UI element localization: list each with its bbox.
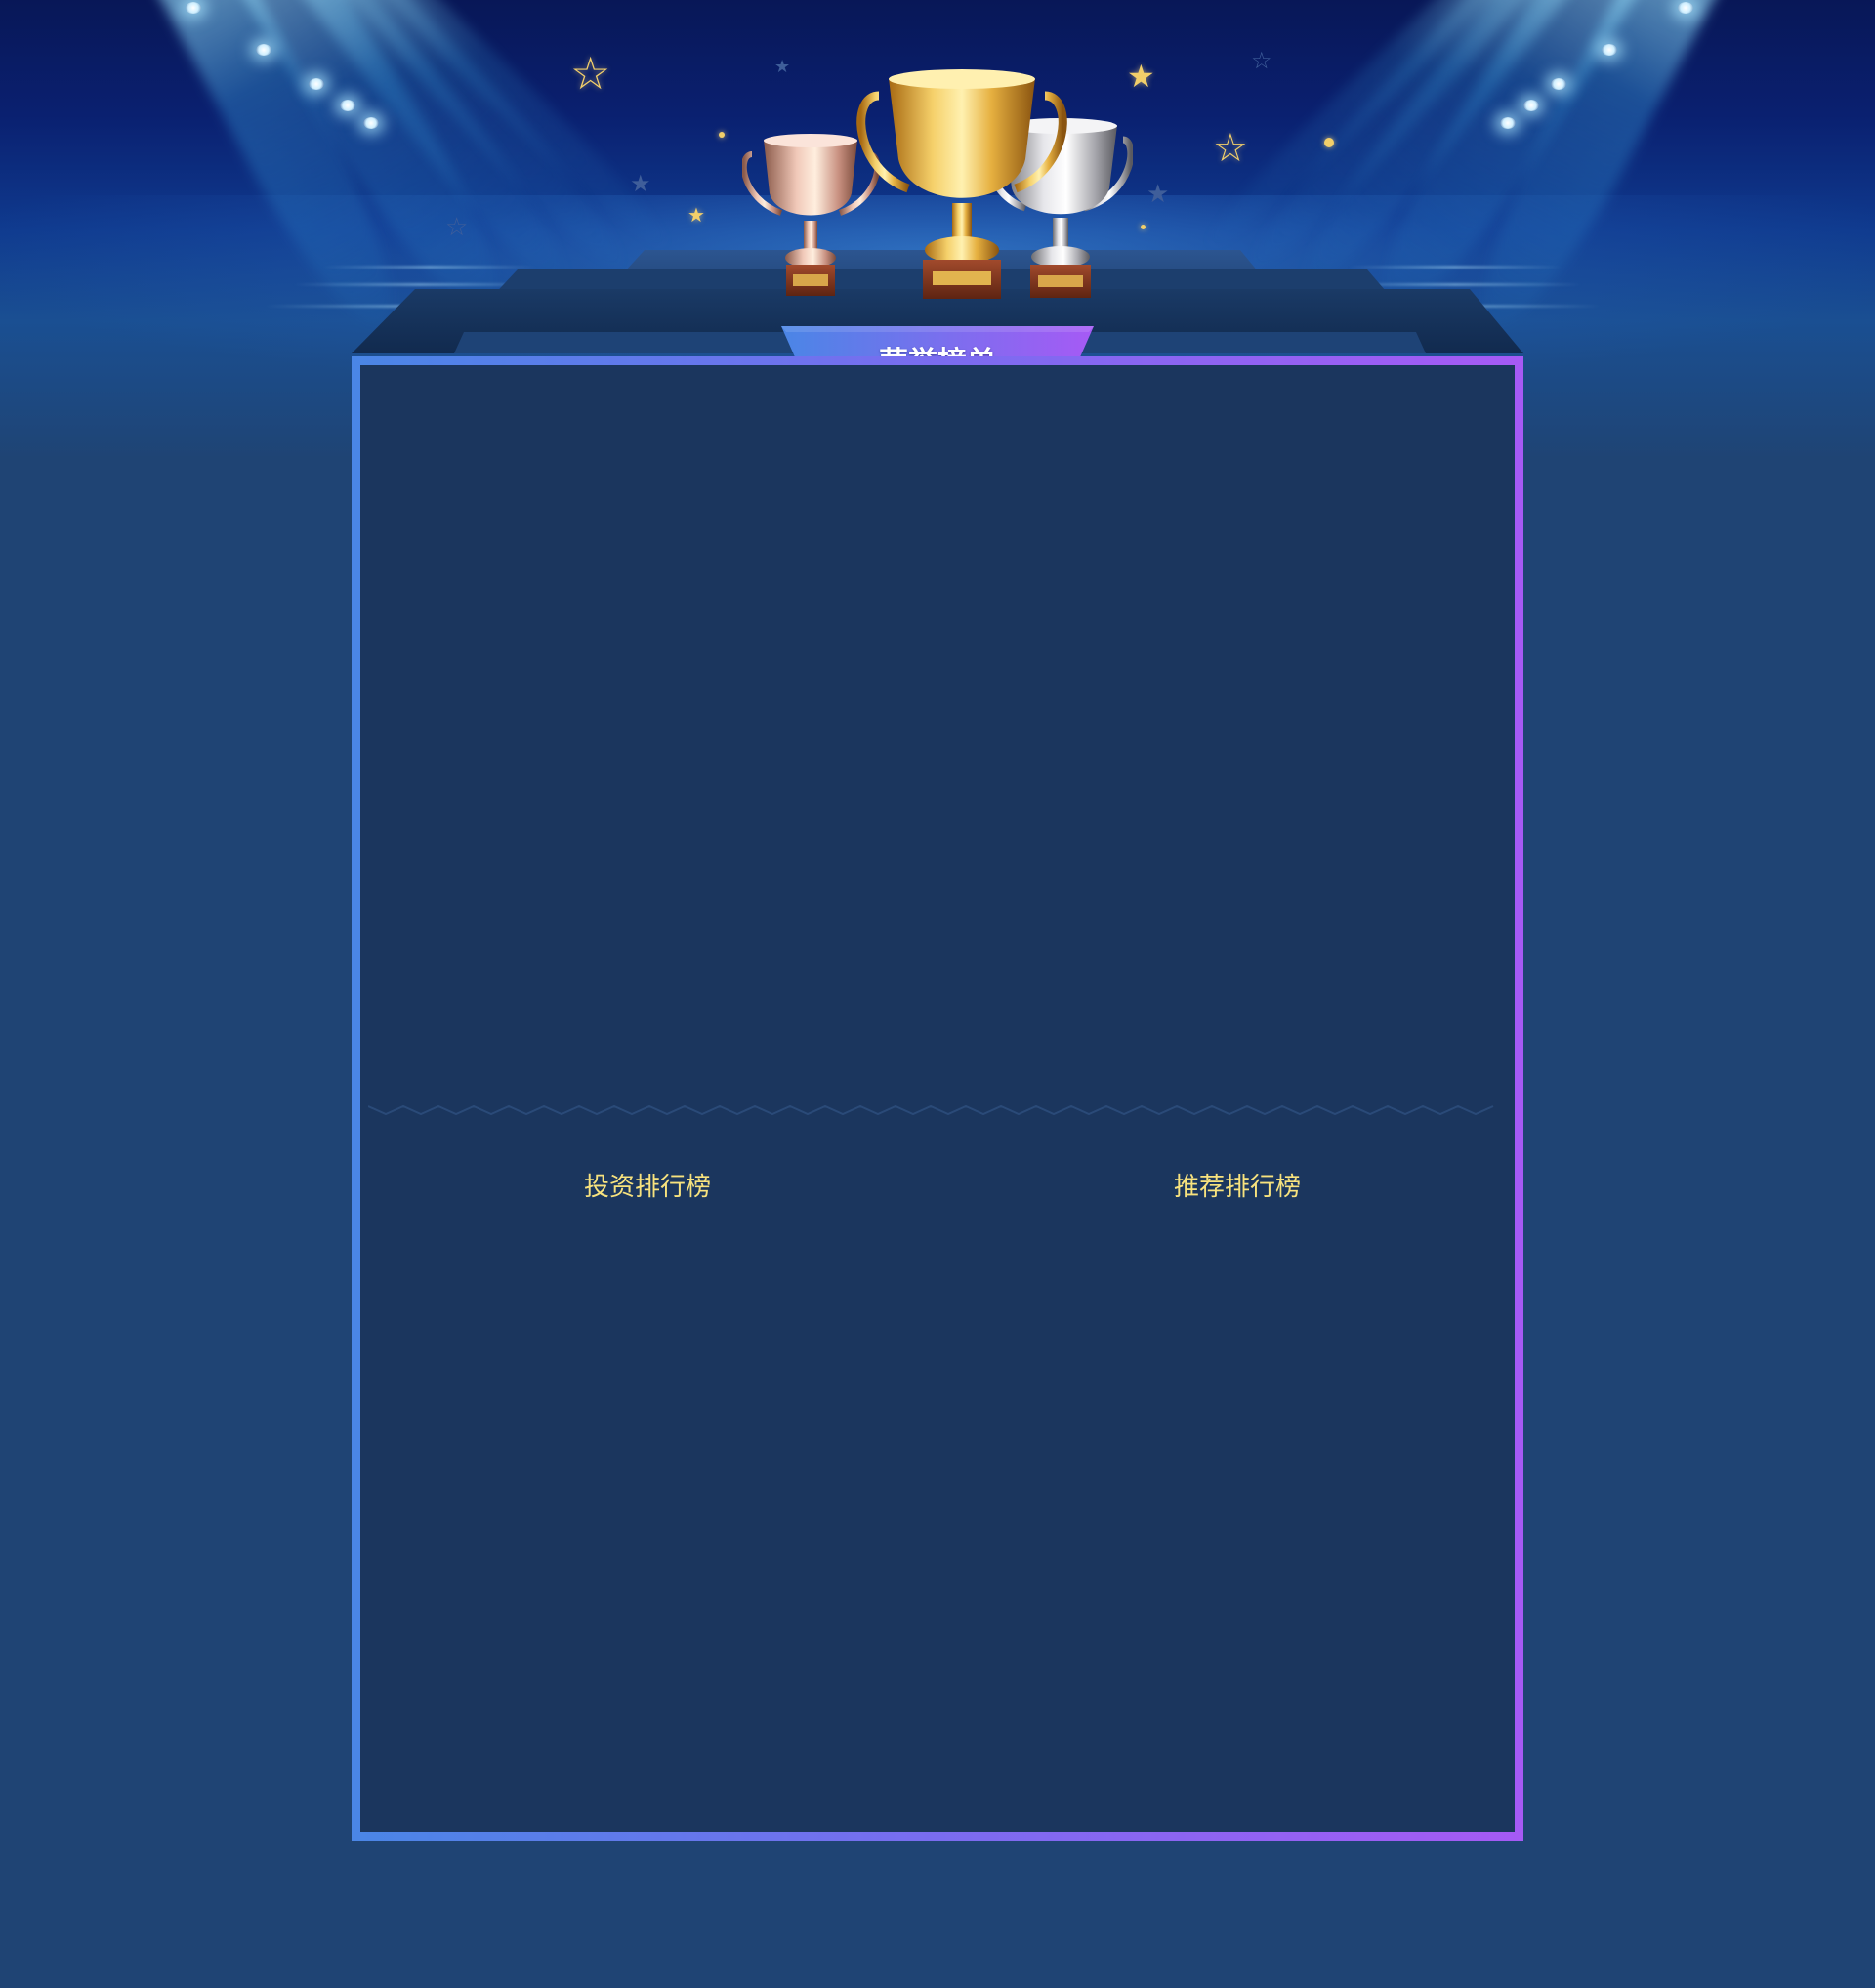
investment-ranking-tab[interactable]: 投资排行榜 — [501, 1167, 794, 1203]
honor-board-panel: 投资排行榜 推荐排行榜 — [352, 356, 1523, 1841]
bronze-trophy-icon — [742, 134, 881, 296]
honor-board-content: 投资排行榜 推荐排行榜 — [360, 365, 1515, 1832]
gold-trophy-icon — [856, 69, 1067, 299]
honor-roll-page: ☆ ★ ☆ ★ ☆ ★ ★ ☆ ★ 投资排行榜 推荐排行榜 — [0, 0, 1875, 1988]
trophy-group — [742, 69, 1133, 299]
section-divider — [368, 1104, 1494, 1116]
referral-ranking-tab[interactable]: 推荐排行榜 — [1091, 1167, 1384, 1203]
